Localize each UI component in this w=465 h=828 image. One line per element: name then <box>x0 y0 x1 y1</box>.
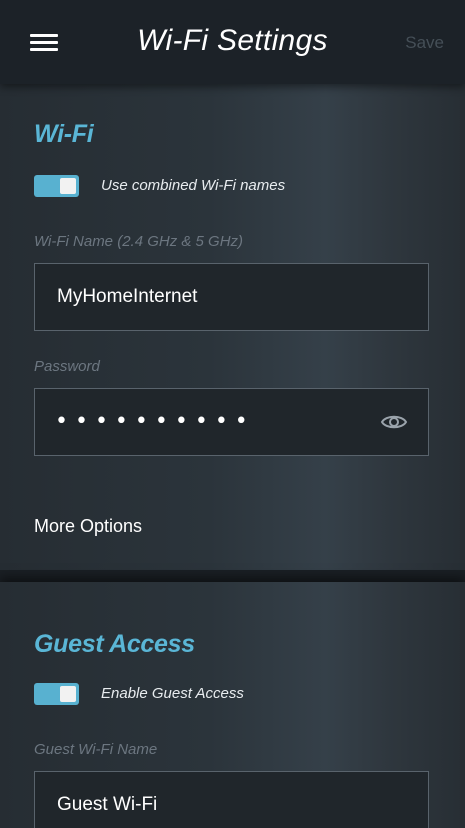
app-header: Wi-Fi Settings Save <box>0 0 465 84</box>
wifi-name-input[interactable] <box>57 264 387 330</box>
wifi-name-label: Wi-Fi Name (2.4 GHz & 5 GHz) <box>34 233 244 250</box>
password-field[interactable]: •••••••••• <box>34 388 429 456</box>
combined-wifi-names-label: Use combined Wi-Fi names <box>101 177 286 194</box>
toggle-knob <box>60 686 76 702</box>
password-label: Password <box>34 358 100 375</box>
password-masked-value[interactable]: •••••••••• <box>55 389 255 455</box>
eye-icon[interactable] <box>380 411 408 433</box>
section-divider <box>0 570 465 582</box>
wifi-section: Wi-Fi Use combined Wi-Fi names Wi-Fi Nam… <box>0 84 465 570</box>
wifi-name-field <box>34 263 429 331</box>
guest-wifi-name-input[interactable] <box>57 772 387 828</box>
wifi-section-title: Wi-Fi <box>34 120 94 148</box>
page-title: Wi-Fi Settings <box>137 24 328 57</box>
combined-wifi-names-toggle[interactable] <box>34 175 79 197</box>
toggle-knob <box>60 178 76 194</box>
enable-guest-access-toggle[interactable] <box>34 683 79 705</box>
enable-guest-access-label: Enable Guest Access <box>101 685 244 702</box>
more-options-link[interactable]: More Options <box>34 516 142 537</box>
guest-access-section-title: Guest Access <box>34 630 195 658</box>
guest-wifi-name-label: Guest Wi-Fi Name <box>34 741 158 758</box>
save-button[interactable]: Save <box>405 33 444 53</box>
guest-access-section: Guest Access Enable Guest Access Guest W… <box>0 582 465 828</box>
wifi-settings-screen: Wi-Fi Settings Save Wi-Fi Use combined W… <box>0 0 465 828</box>
guest-wifi-name-field <box>34 771 429 828</box>
